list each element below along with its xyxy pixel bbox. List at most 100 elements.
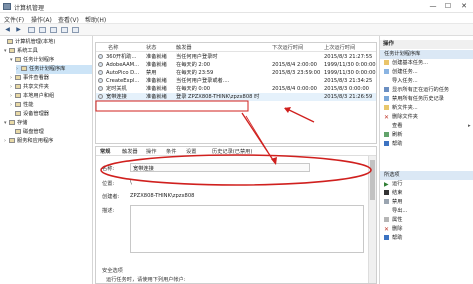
- menu-view[interactable]: 查看(V): [58, 15, 79, 24]
- action-show-running[interactable]: 显示所有正在运行的任务: [384, 86, 449, 95]
- back-icon[interactable]: ◀: [3, 26, 12, 34]
- properties-icon[interactable]: [50, 27, 57, 33]
- tree-item-disk-management[interactable]: 磁盘管理: [10, 128, 44, 137]
- tab-settings[interactable]: 设置: [186, 148, 196, 155]
- col-status[interactable]: 状态: [146, 44, 156, 51]
- navigation-tree: 计算机管理(本地) ▾ 系统工具 ▾ 任务计划程序 › 任务计划程序库 › 事件查看器 …: [0, 36, 93, 284]
- menu-help[interactable]: 帮助(H): [85, 15, 106, 24]
- folder-icon: [384, 105, 389, 110]
- run-icon: ▶: [384, 181, 389, 188]
- task-list-header: 名称 状态 触发器 下次运行时间 上次运行时间: [96, 43, 376, 52]
- task-icon: [98, 62, 103, 67]
- disable-icon: [384, 199, 389, 204]
- tab-general[interactable]: 常规: [100, 148, 110, 155]
- tree-item-shared-folders[interactable]: › 共享文件夹: [10, 83, 49, 92]
- action-disable-history[interactable]: 禁用所有任务历史记录: [384, 95, 444, 104]
- tab-history[interactable]: 历史记录(已禁用): [212, 148, 252, 155]
- actions-section-library[interactable]: 任务计划程序库: [380, 50, 473, 59]
- tab-triggers[interactable]: 触发器: [122, 148, 138, 155]
- menu-file[interactable]: 文件(F): [4, 15, 24, 24]
- clock-icon: [15, 57, 21, 62]
- name-value: 宽带连接: [133, 166, 154, 172]
- task-row[interactable]: CreateExpl... 准备就绪 当任何用户登录或者.... 2015/8/…: [96, 77, 376, 85]
- action-delete-folder[interactable]: ✕ 删除文件夹: [384, 113, 418, 122]
- task-row[interactable]: AutoPico D... 禁用 在每天的 23:59 2015/8/3 23:…: [96, 69, 376, 77]
- tree-item-local-users[interactable]: › 本地用户和组: [10, 92, 54, 101]
- scrollbar-thumb[interactable]: [370, 160, 375, 200]
- show-hide-tree-icon[interactable]: [39, 27, 46, 33]
- task-icon: [98, 94, 103, 99]
- tree-item-storage[interactable]: ▾ 存储: [4, 119, 27, 128]
- tree-item-services-apps[interactable]: › 服务和应用程序: [4, 137, 53, 146]
- col-trigger[interactable]: 触发器: [176, 44, 192, 51]
- tree-item-task-scheduler[interactable]: ▾ 任务计划程序: [10, 56, 54, 65]
- computer-icon: [7, 39, 13, 44]
- col-last-run[interactable]: 上次运行时间: [324, 44, 355, 51]
- author-label: 创建者:: [102, 194, 120, 200]
- title-bar: 计算机管理 — ☐ ✕: [0, 0, 473, 13]
- col-next-run[interactable]: 下次运行时间: [272, 44, 303, 51]
- task-row[interactable]: 定时关机 准备就绪 在每天的 0:00 2015/8/4 0:00:00 201…: [96, 85, 376, 93]
- location-value: \: [130, 180, 132, 186]
- location-label: 位置:: [102, 181, 115, 187]
- tab-conditions[interactable]: 条件: [166, 148, 176, 155]
- description-field[interactable]: [130, 205, 364, 253]
- tree-item-performance[interactable]: › 性能: [10, 101, 33, 110]
- action-create-task[interactable]: 创建任务...: [384, 68, 418, 77]
- tree-item-system-tools[interactable]: ▾ 系统工具: [4, 47, 38, 56]
- action-disable[interactable]: 禁用: [384, 198, 402, 207]
- action-help-selected[interactable]: 帮助: [384, 234, 402, 243]
- up-level-icon[interactable]: [28, 27, 35, 33]
- action-create-basic-task[interactable]: 创建基本任务...: [384, 59, 428, 68]
- action-refresh[interactable]: 刷新: [384, 131, 402, 140]
- tree-item-event-viewer[interactable]: › 事件查看器: [10, 74, 49, 83]
- action-help[interactable]: 帮助: [384, 140, 402, 149]
- tree-item-computer-management[interactable]: 计算机管理(本地): [2, 38, 55, 47]
- actions-pane: 操作 任务计划程序库 创建基本任务... 创建任务... 导入任务... 显示所…: [379, 36, 473, 284]
- action-export[interactable]: 导出...: [384, 207, 407, 216]
- maximize-button[interactable]: ☐: [443, 2, 453, 11]
- tree-item-task-library[interactable]: › 任务计划程序库: [16, 65, 92, 74]
- menu-bar: 文件(F) 操作(A) 查看(V) 帮助(H): [0, 13, 473, 24]
- task-icon: [98, 78, 103, 83]
- help-icon: [384, 141, 389, 146]
- list-icon: [384, 87, 389, 92]
- folder-icon: [21, 66, 27, 71]
- task-icon: [98, 54, 103, 59]
- name-field[interactable]: [130, 163, 310, 172]
- task-row[interactable]: AdobeAAM... 准备就绪 在每天的 2:00 2015/8/4 2:00…: [96, 61, 376, 69]
- col-name[interactable]: 名称: [108, 44, 118, 51]
- tree-item-device-manager[interactable]: 设备管理器: [10, 110, 49, 119]
- services-icon: [9, 138, 15, 143]
- detail-scrollbar[interactable]: [368, 156, 376, 283]
- close-button[interactable]: ✕: [459, 2, 469, 11]
- help-icon[interactable]: [61, 27, 68, 33]
- action-end[interactable]: 结束: [384, 189, 402, 198]
- performance-icon: [15, 102, 21, 107]
- task-row[interactable]: 360开机助... 准备就绪 当任何用户登录时 2015/8/3 21:27:5…: [96, 53, 376, 61]
- action-properties[interactable]: 属性: [384, 216, 402, 225]
- forward-icon[interactable]: ▶: [14, 26, 23, 34]
- action-delete[interactable]: ✕ 删除: [384, 225, 402, 234]
- submenu-arrow-icon: ▸: [468, 123, 471, 129]
- action-new-folder[interactable]: 新文件夹...: [384, 104, 418, 113]
- task-row-selected[interactable]: 宽带连接 准备就绪 登录 ZPZX808-THINK\zpzx808 时 201…: [96, 93, 376, 101]
- security-options-label: 安全选项: [102, 268, 123, 274]
- tab-actions[interactable]: 操作: [146, 148, 156, 155]
- task-icon: [98, 70, 103, 75]
- run-as-label: 运行任务时，请使用下列用户帐户:: [106, 277, 186, 283]
- view-icon[interactable]: [72, 27, 79, 33]
- detail-tabs: 常规 触发器 操作 条件 设置 历史记录(已禁用): [96, 147, 376, 156]
- shared-folder-icon: [15, 84, 21, 89]
- action-view[interactable]: 查看 ▸: [384, 122, 471, 131]
- tools-icon: [9, 48, 15, 53]
- disk-icon: [15, 129, 21, 134]
- action-import-task[interactable]: 导入任务...: [384, 77, 418, 86]
- history-icon: [384, 96, 389, 101]
- users-icon: [15, 93, 21, 98]
- action-run[interactable]: ▶ 运行: [384, 180, 402, 189]
- menu-action[interactable]: 操作(A): [31, 15, 52, 24]
- minimize-button[interactable]: —: [428, 2, 438, 11]
- actions-section-selected[interactable]: 所选项: [380, 171, 473, 180]
- device-manager-icon: [15, 111, 21, 116]
